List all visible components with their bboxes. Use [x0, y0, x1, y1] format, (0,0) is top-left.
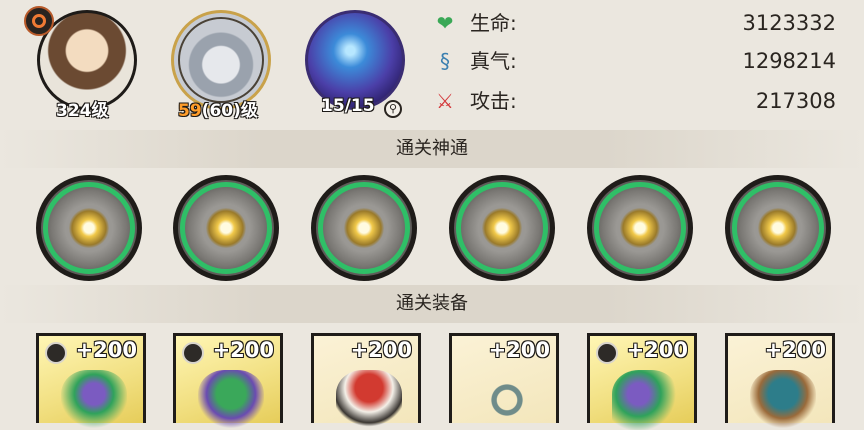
swirl-badge-icon[interactable] [24, 6, 54, 36]
skill-burst-icon [344, 208, 384, 248]
equipment-bonus: +200 [626, 338, 688, 362]
character-level-label: 324级 [56, 101, 109, 121]
stat-value: 3123332 [742, 11, 836, 35]
pet-level-label: 59(60)级 [178, 96, 258, 121]
equipment-card[interactable]: +200 [587, 333, 697, 430]
stat-name: 真气: [470, 49, 517, 73]
stat-row-attack: ⚔ 攻击: 217308 [432, 86, 836, 116]
equipment-card[interactable]: +200 [36, 333, 146, 430]
stat-name: 生命: [470, 11, 517, 35]
equipment-bonus: +200 [764, 338, 826, 362]
skill-slot[interactable] [311, 175, 417, 281]
skills-section-header: 通关神通 [0, 130, 864, 168]
pet-level-rest: (60)级 [201, 101, 258, 121]
skill-burst-icon [206, 208, 246, 248]
stat-row-hp: ❤ 生命: 3123332 [432, 8, 836, 38]
swirl-mark-icon [182, 342, 204, 364]
equipment-bonus: +200 [75, 338, 137, 362]
equipment-card[interactable]: +200 [449, 333, 559, 430]
equipment-bonus: +200 [212, 338, 274, 362]
stat-value: 1298214 [742, 49, 836, 73]
star-chart-orb[interactable] [305, 10, 405, 110]
equipment-card[interactable]: +200 [173, 333, 283, 430]
star-chart-count-label: 15/15 [321, 96, 375, 116]
equipment-bonus: +200 [488, 338, 550, 362]
equipment-card[interactable]: +200 [725, 333, 835, 430]
equipment-section-header: 通关装备 [0, 285, 864, 323]
skill-burst-icon [482, 208, 522, 248]
sword-icon: ⚔ [436, 89, 454, 113]
weapon-art-icon [61, 370, 127, 430]
skill-slot[interactable] [725, 175, 831, 281]
swirl-mark-icon [45, 342, 67, 364]
pet-portrait[interactable] [171, 10, 271, 110]
stat-name: 攻击: [470, 89, 517, 113]
magnifier-icon[interactable]: ⚲ [384, 100, 402, 118]
skill-burst-icon [69, 208, 109, 248]
heart-plus-icon: ❤ [436, 11, 454, 35]
bracelet-art-icon [474, 370, 540, 430]
skill-slot[interactable] [449, 175, 555, 281]
skill-slot[interactable] [587, 175, 693, 281]
stat-row-qi: § 真气: 1298214 [432, 46, 836, 76]
pet-level-current: 59 [178, 101, 202, 121]
skill-burst-icon [620, 208, 660, 248]
robe-art-icon [336, 370, 402, 430]
stat-value: 217308 [755, 89, 836, 113]
skill-slot[interactable] [36, 175, 142, 281]
equipment-section-title: 通关装备 [396, 293, 468, 314]
skills-section-title: 通关神通 [396, 138, 468, 159]
equipment-card[interactable]: +200 [311, 333, 421, 430]
boots-art-icon [750, 370, 816, 430]
accessory-art-icon [198, 370, 264, 430]
equipment-bonus: +200 [350, 338, 412, 362]
swirl-icon: § [440, 49, 450, 73]
pendant-art-icon [612, 370, 678, 430]
skill-burst-icon [758, 208, 798, 248]
swirl-mark-icon [596, 342, 618, 364]
skill-slot[interactable] [173, 175, 279, 281]
